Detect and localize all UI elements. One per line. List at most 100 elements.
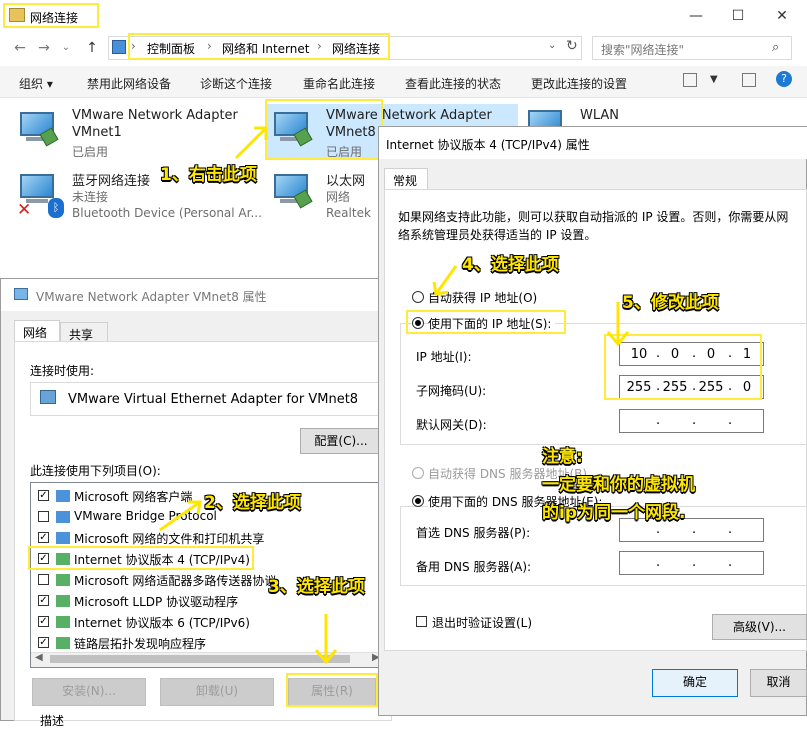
- view-chevron-icon[interactable]: ▼: [710, 74, 718, 85]
- annotation-step3: 3、选择此项: [268, 577, 365, 597]
- checked-checkbox[interactable]: ✓: [38, 553, 49, 564]
- checked-checkbox[interactable]: ✓: [38, 616, 49, 627]
- auto-ip-label[interactable]: 自动获得 IP 地址(O): [428, 289, 537, 306]
- alternate-dns-label: 备用 DNS 服务器(A):: [416, 560, 532, 574]
- annotation-step4: 4、选择此项: [462, 255, 559, 275]
- maximize-button[interactable]: ☐: [728, 6, 748, 26]
- adapter-name-2: VMnet1: [72, 125, 122, 140]
- mask-octet-4: 0: [742, 380, 752, 395]
- uninstall-button[interactable]: 卸载(U): [160, 678, 274, 706]
- configure-button[interactable]: 配置(C)...: [300, 428, 382, 454]
- wlan-adapter-icon: [526, 108, 566, 126]
- ip-dot: .: [656, 346, 661, 361]
- list-item[interactable]: ✓ Microsoft 网络的文件和打印机共享: [34, 528, 384, 548]
- advanced-button[interactable]: 高级(V)...: [712, 614, 807, 640]
- rename-button[interactable]: 重命名此连接: [303, 75, 375, 92]
- ip-dot: .: [728, 522, 733, 537]
- ip-dot: .: [656, 522, 661, 537]
- adapter-status: 未连接: [72, 190, 109, 204]
- forward-icon[interactable]: →: [34, 38, 54, 58]
- protocol-icon: [56, 532, 70, 544]
- gateway-input[interactable]: . . .: [619, 409, 764, 433]
- breadcrumb-network-internet[interactable]: 网络和 Internet: [222, 40, 309, 57]
- ip-dot: .: [728, 379, 733, 394]
- list-item-label: Microsoft 网络的文件和打印机共享: [74, 532, 265, 546]
- list-item-label: VMware Bridge Protocol: [74, 509, 217, 523]
- view-options-icon[interactable]: [683, 73, 697, 87]
- recent-chevron-icon[interactable]: ⌄: [56, 38, 76, 58]
- connect-using-label: 连接时使用:: [30, 364, 95, 378]
- list-item[interactable]: ✓ Internet 协议版本 6 (TCP/IPv6): [34, 612, 384, 632]
- tab-general[interactable]: 常规: [384, 168, 428, 190]
- ip-octet-2: 0: [670, 347, 680, 362]
- adapter-status: 已启用: [72, 145, 109, 159]
- network-adapter-icon: [18, 110, 59, 147]
- cancel-button[interactable]: 取消: [750, 669, 807, 697]
- scroll-thumb[interactable]: [50, 655, 350, 663]
- tab-network[interactable]: 网络: [14, 320, 60, 342]
- protocol-icon: [56, 595, 70, 607]
- view-status-button[interactable]: 查看此连接的状态: [405, 75, 501, 92]
- search-placeholder: 搜索"网络连接": [601, 43, 685, 57]
- auto-ip-radio[interactable]: [412, 291, 424, 303]
- adapter-device: Bluetooth Device (Personal Ar...: [72, 206, 262, 220]
- adapter-status: 已启用: [326, 145, 363, 159]
- checked-checkbox[interactable]: ✓: [38, 595, 49, 606]
- alternate-dns-input[interactable]: . . .: [619, 551, 764, 575]
- annotation-note-title: 注意:: [542, 447, 583, 467]
- dialog-title: VMware Network Adapter VMnet8 属性: [36, 290, 267, 304]
- auto-dns-radio[interactable]: [412, 467, 424, 479]
- unchecked-checkbox[interactable]: [38, 511, 49, 522]
- list-item[interactable]: ✓ 链路层拓扑发现响应程序: [34, 633, 384, 653]
- subnet-mask-input[interactable]: 255 . 255 . 255 . 0: [619, 375, 764, 399]
- list-item-label: Microsoft LLDP 协议驱动程序: [74, 595, 239, 609]
- adapter-name-2: VMnet8: [326, 125, 376, 140]
- adapter-card-icon: [40, 390, 56, 404]
- ip-dot: .: [656, 555, 661, 570]
- help-icon[interactable]: ?: [776, 71, 792, 87]
- breadcrumb-control-panel[interactable]: 控制面板: [147, 40, 195, 57]
- organize-menu[interactable]: 组织 ▾: [19, 75, 53, 92]
- checked-checkbox[interactable]: ✓: [38, 490, 49, 501]
- diagnose-button[interactable]: 诊断这个连接: [200, 75, 272, 92]
- adapter-name: VMware Network Adapter: [326, 108, 492, 123]
- back-icon[interactable]: ←: [10, 38, 30, 58]
- ip-dot: .: [728, 346, 733, 361]
- scroll-left-icon[interactable]: ◀: [35, 652, 43, 663]
- validate-label[interactable]: 退出时验证设置(L): [432, 614, 532, 631]
- ok-button[interactable]: 确定: [652, 669, 738, 697]
- ip-dot: .: [728, 555, 733, 570]
- list-item[interactable]: ✓ Internet 协议版本 4 (TCP/IPv4): [34, 549, 384, 569]
- ip-dot: .: [692, 522, 697, 537]
- static-ip-label[interactable]: 使用下面的 IP 地址(S):: [428, 315, 556, 332]
- subnet-mask-label: 子网掩码(U):: [416, 384, 487, 398]
- adapter-name: 以太网: [326, 174, 366, 189]
- ip-address-input[interactable]: 10 . 0 . 0 . 1: [619, 342, 764, 366]
- network-folder-icon: [9, 8, 25, 22]
- ip-octet-3: 0: [706, 347, 716, 362]
- change-settings-button[interactable]: 更改此连接的设置: [531, 75, 627, 92]
- adapter-device: Realtek: [326, 206, 371, 220]
- ip-dot: .: [656, 413, 661, 428]
- disable-device-button[interactable]: 禁用此网络设备: [87, 75, 171, 92]
- checked-checkbox[interactable]: ✓: [38, 532, 49, 543]
- preview-pane-icon[interactable]: [742, 73, 756, 87]
- validate-checkbox[interactable]: [416, 616, 427, 627]
- checked-checkbox[interactable]: ✓: [38, 637, 49, 648]
- refresh-icon[interactable]: ↻: [566, 38, 578, 54]
- list-item-label: Internet 协议版本 6 (TCP/IPv6): [74, 616, 250, 630]
- install-button[interactable]: 安装(N)...: [32, 678, 146, 706]
- adapter-name: WLAN: [580, 108, 620, 123]
- adapter-description: VMware Virtual Ethernet Adapter for VMne…: [68, 392, 359, 407]
- minimize-button[interactable]: —: [686, 6, 706, 26]
- static-dns-radio[interactable]: [412, 495, 424, 507]
- network-dialog-icon: [14, 288, 28, 300]
- up-icon[interactable]: ↑: [82, 38, 102, 58]
- addr-dropdown-icon[interactable]: ⌄: [548, 40, 556, 51]
- breadcrumb-network-connections[interactable]: 网络连接: [332, 40, 380, 57]
- properties-button[interactable]: 属性(R): [288, 678, 376, 706]
- unchecked-checkbox[interactable]: [38, 574, 49, 585]
- bluetooth-icon: ᛒ: [48, 198, 64, 218]
- close-button[interactable]: ✕: [772, 6, 792, 26]
- static-ip-radio[interactable]: [412, 317, 424, 329]
